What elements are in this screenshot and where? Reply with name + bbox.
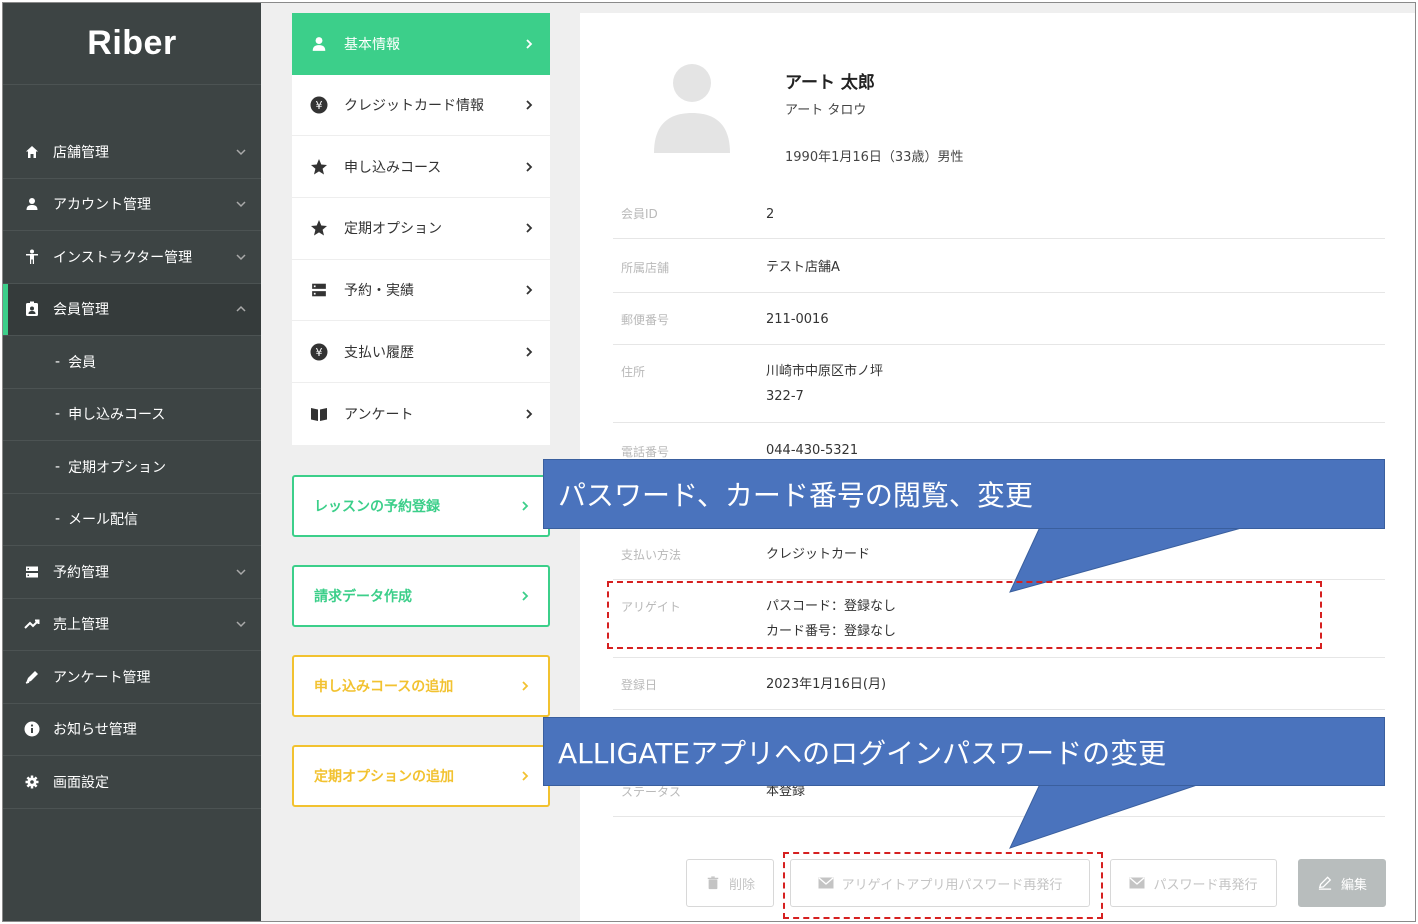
callout-text: パスワード、カード番号の閲覧、変更 xyxy=(558,479,1033,512)
callout-top: パスワード、カード番号の閲覧、変更 xyxy=(543,459,1385,529)
callout-text: ALLIGATEアプリへのログインパスワードの変更 xyxy=(558,736,1167,770)
callout-bottom: ALLIGATEアプリへのログインパスワードの変更 xyxy=(543,717,1385,786)
callout-pointer-bottom xyxy=(1009,783,1201,849)
highlight-alligate-reissue-button xyxy=(783,852,1103,919)
highlight-alligate-field xyxy=(607,581,1322,649)
